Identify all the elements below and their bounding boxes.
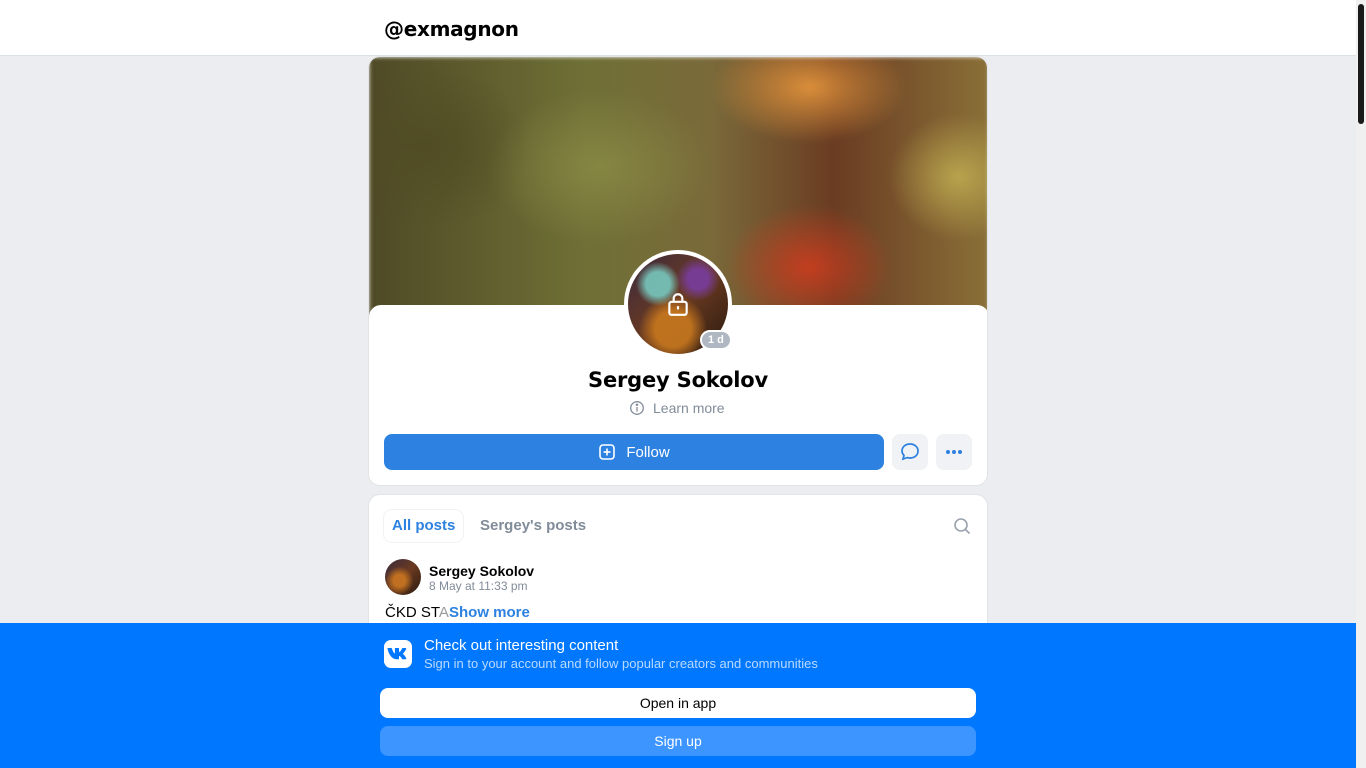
scrollbar[interactable] [1356,0,1366,768]
learn-more-link[interactable]: Learn more [629,400,725,416]
search-icon [954,518,971,535]
add-square-icon [599,444,616,460]
open-in-app-button[interactable]: Open in app [380,688,976,718]
show-more-link[interactable]: Show more [449,604,530,621]
top-bar: @exmagnon [0,0,1356,56]
more-options-button[interactable] [936,434,972,470]
follow-label: Follow [626,443,670,461]
profile-handle: @exmagnon [384,17,519,41]
post-text-start: ČKD ST [385,604,439,621]
post-date[interactable]: 8 May at 11:33 pm [429,579,528,593]
banner-subtitle: Sign in to your account and follow popul… [424,656,818,671]
vk-logo-icon [384,640,412,668]
scrollbar-thumb[interactable] [1358,4,1364,124]
tab-all-posts[interactable]: All posts [384,510,464,542]
post-author-avatar[interactable] [385,559,421,595]
banner-title: Check out interesting content [424,637,619,654]
lock-icon [668,293,688,316]
sign-up-button[interactable]: Sign up [380,726,976,756]
more-horizontal-icon [946,450,962,454]
vk-glyph-icon [387,648,407,660]
tab-sergeys-posts[interactable]: Sergey's posts [472,510,594,542]
message-icon [901,443,919,461]
info-icon [630,401,644,415]
profile-name: Sergey Sokolov [588,368,768,392]
post-text: ČKD STA [385,604,449,621]
message-button[interactable] [892,434,928,470]
learn-more-label: Learn more [653,400,725,416]
post-text-faded: A [438,604,449,621]
last-seen-badge: 1 d [700,330,732,350]
follow-button[interactable]: Follow [384,434,884,470]
search-posts-button[interactable] [952,516,972,536]
post-author-name[interactable]: Sergey Sokolov [429,563,534,579]
